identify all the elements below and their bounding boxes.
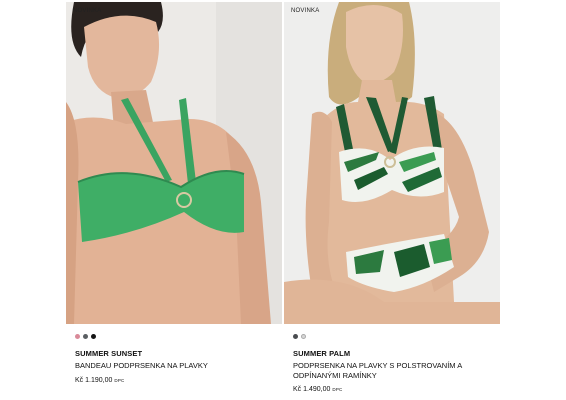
product-card[interactable]: NOVINKA SUMMER PALM PODPRSENKA NA PLAVKY… xyxy=(284,2,500,393)
color-swatches xyxy=(284,333,500,339)
price-suffix: DPC xyxy=(332,387,343,392)
product-description[interactable]: BANDEAU PODPRSENKA NA PLAVKY xyxy=(66,361,282,371)
product-name[interactable]: SUMMER PALM xyxy=(284,349,500,358)
new-badge: NOVINKA xyxy=(291,8,320,14)
model-photo xyxy=(284,2,500,324)
product-price: Kč 1.490,00 DPC xyxy=(284,386,500,393)
color-swatch-pink[interactable] xyxy=(75,333,80,339)
model-photo xyxy=(66,2,282,324)
color-swatch-black[interactable] xyxy=(91,333,96,339)
product-description[interactable]: PODPRSENKA NA PLAVKY S POLSTROVANÍM A OD… xyxy=(284,361,500,380)
color-swatch-grey[interactable] xyxy=(293,333,298,339)
product-image[interactable]: NOVINKA xyxy=(284,2,500,324)
product-card[interactable]: NOVINKA SUMMER SUNSET BANDEAU PODPRSENKA… xyxy=(66,2,282,384)
color-swatches xyxy=(66,333,282,339)
price-suffix: DPC xyxy=(114,377,125,383)
new-badge: NOVINKA xyxy=(73,8,102,14)
product-name[interactable]: SUMMER SUNSET xyxy=(66,349,282,358)
price-value: Kč 1.190,00 xyxy=(75,376,113,384)
color-swatch-light-grey[interactable] xyxy=(301,333,306,339)
price-value: Kč 1.490,00 xyxy=(293,386,331,393)
product-price: Kč 1.190,00 DPC xyxy=(66,377,282,384)
color-swatch-grey[interactable] xyxy=(83,333,88,339)
product-image[interactable]: NOVINKA xyxy=(66,2,282,324)
